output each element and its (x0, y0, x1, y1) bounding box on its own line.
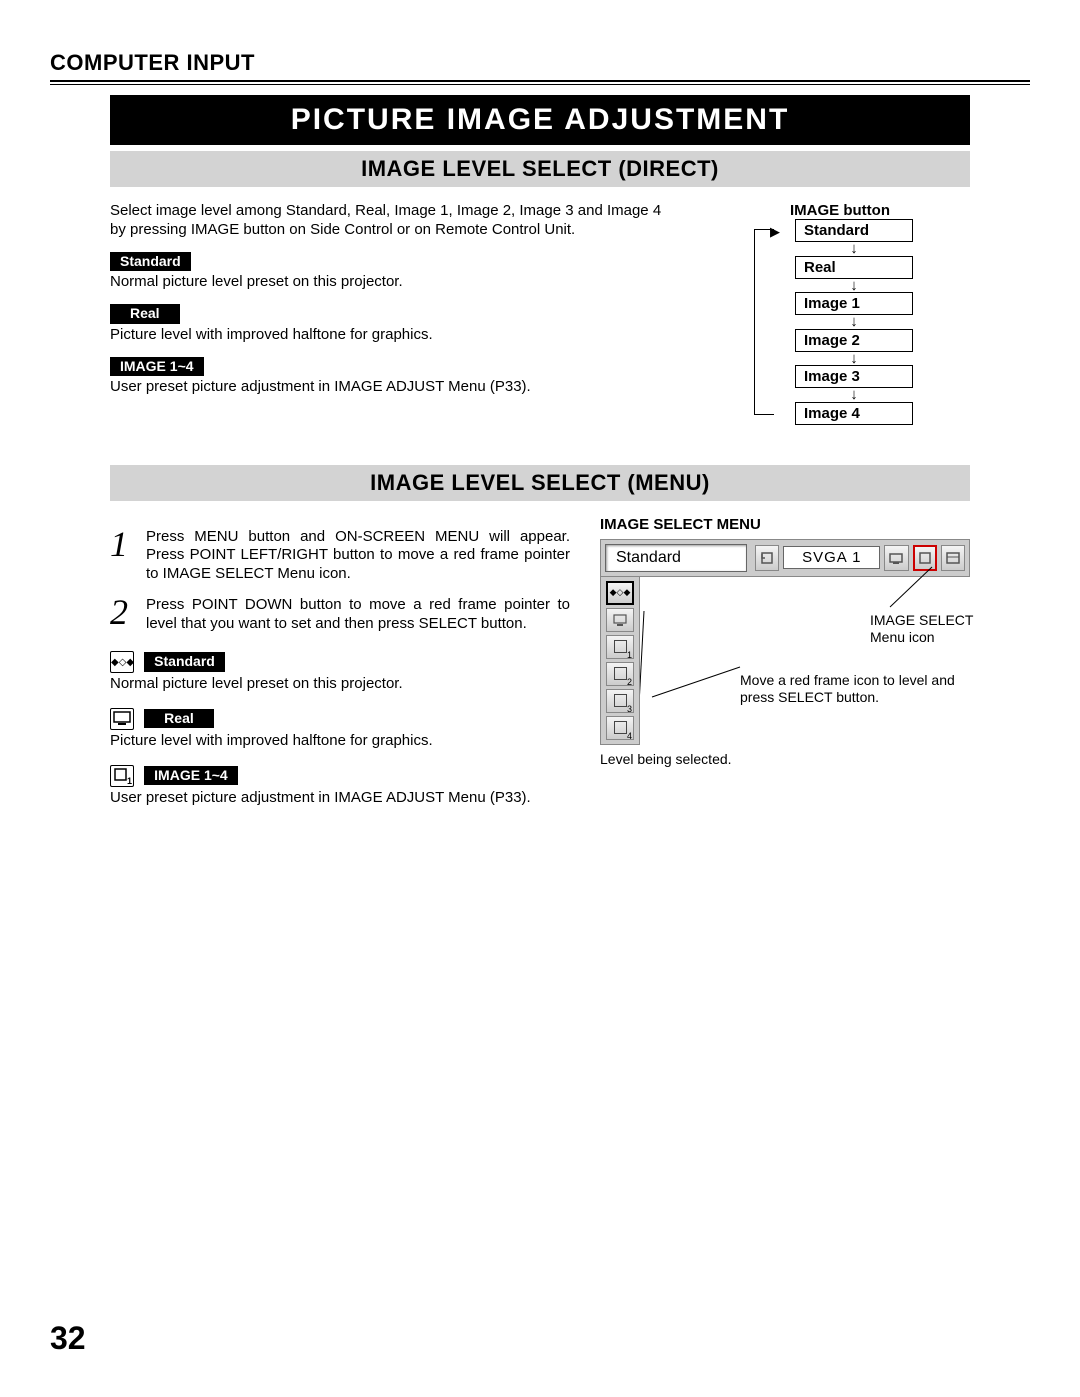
cycle-step: Standard (795, 219, 913, 242)
step-number: 1 (110, 528, 146, 584)
tag-standard-2: Standard (144, 652, 225, 672)
main-title: PICTURE IMAGE ADJUSTMENT (110, 95, 970, 145)
arrow-down-icon: ↓ (804, 388, 904, 402)
loop-arrow-icon: ▶ (770, 224, 780, 240)
tag-real-2: Real (144, 709, 214, 729)
section1-left: Select image level among Standard, Real,… (110, 202, 710, 425)
menu-next-icon[interactable] (941, 545, 965, 571)
callout-icon: IMAGE SELECT Menu icon (870, 612, 1000, 647)
rule-thick (50, 80, 1030, 82)
section1-intro: Select image level among Standard, Real,… (110, 202, 680, 240)
tag-image14-2: IMAGE 1~4 (144, 766, 238, 786)
arrow-down-icon: ↓ (804, 315, 904, 329)
step-text: Press POINT DOWN button to move a red fr… (146, 596, 570, 634)
section2-right: IMAGE SELECT MENU Standard SVGA 1 ◆◇◆ 1 … (600, 516, 970, 808)
menu-title: IMAGE SELECT MENU (600, 516, 970, 533)
desc-standard: Normal picture level preset on this proj… (110, 273, 680, 292)
callout-move: Move a red frame icon to level and press… (740, 672, 970, 707)
level-real-icon[interactable] (606, 608, 634, 632)
real-icon (110, 708, 134, 730)
desc-image14-2: User preset picture adjustment in IMAGE … (110, 789, 570, 808)
tag-standard: Standard (110, 252, 191, 272)
cycle-step: Image 1 (795, 292, 913, 315)
standard-icon: ◆◇◆ (110, 651, 134, 673)
cycle-step: Image 4 (795, 402, 913, 425)
level-image1-icon[interactable]: 1 (606, 635, 634, 659)
arrow-down-icon: ↓ (804, 242, 904, 256)
step-text: Press MENU button and ON-SCREEN MENU wil… (146, 528, 570, 584)
level-image4-icon[interactable]: 4 (606, 716, 634, 740)
menu-input-icon[interactable] (755, 545, 779, 571)
desc-image14: User preset picture adjustment in IMAGE … (110, 378, 680, 397)
menu-screenshot: Standard SVGA 1 ◆◇◆ 1 2 3 4 (600, 539, 970, 769)
menu-auto-icon[interactable] (884, 545, 908, 571)
image-select-menu-icon[interactable] (913, 545, 937, 571)
cycle-title: IMAGE button (710, 202, 970, 219)
level-image3-icon[interactable]: 3 (606, 689, 634, 713)
image14-icon: 1 (110, 765, 134, 787)
desc-real-2: Picture level with improved halftone for… (110, 732, 570, 751)
current-level-field: Standard (605, 544, 747, 572)
section1-right: IMAGE button ▶ Standard ↓ Real ↓ Image 1… (710, 202, 970, 425)
level-standard-icon[interactable]: ◆◇◆ (606, 581, 634, 605)
section-header: COMPUTER INPUT (50, 50, 1030, 76)
mode-field: SVGA 1 (783, 546, 880, 569)
arrow-down-icon: ↓ (804, 279, 904, 293)
arrow-down-icon: ↓ (804, 352, 904, 366)
cycle-step: Real (795, 256, 913, 279)
cycle-diagram: ▶ Standard ↓ Real ↓ Image 1 ↓ Image 2 ↓ … (746, 219, 934, 425)
level-image2-icon[interactable]: 2 (606, 662, 634, 686)
subsection-title-direct: IMAGE LEVEL SELECT (DIRECT) (110, 151, 970, 187)
step-number: 2 (110, 596, 146, 634)
rule-thin (50, 84, 1030, 85)
tag-real: Real (110, 304, 180, 324)
cycle-step: Image 3 (795, 365, 913, 388)
desc-standard-2: Normal picture level preset on this proj… (110, 675, 570, 694)
tag-image14: IMAGE 1~4 (110, 357, 204, 377)
page-number: 32 (50, 1320, 86, 1357)
section2-left: 1 Press MENU button and ON-SCREEN MENU w… (110, 516, 600, 808)
callout-selected: Level being selected. (600, 751, 970, 769)
cycle-step: Image 2 (795, 329, 913, 352)
desc-real: Picture level with improved halftone for… (110, 326, 680, 345)
subsection-title-menu: IMAGE LEVEL SELECT (MENU) (110, 465, 970, 501)
